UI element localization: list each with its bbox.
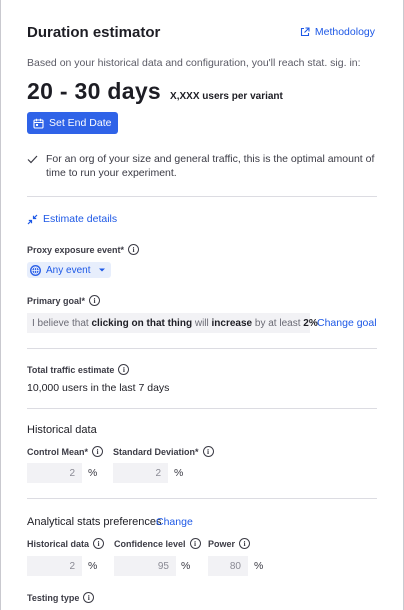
primary-goal-sentence: I believe that clicking on that thing wi… bbox=[27, 313, 318, 333]
proxy-exposure-label-text: Proxy exposure event* bbox=[27, 244, 125, 255]
testing-type-label-text: Testing type bbox=[27, 592, 80, 603]
total-traffic-label-text: Total traffic estimate bbox=[27, 364, 115, 375]
proxy-exposure-select[interactable]: Any event bbox=[27, 262, 112, 278]
goal-action: clicking on that thing bbox=[91, 317, 193, 329]
methodology-link[interactable]: Methodology bbox=[300, 26, 375, 38]
info-icon[interactable]: i bbox=[93, 538, 105, 549]
info-icon[interactable]: i bbox=[239, 538, 251, 549]
check-icon bbox=[27, 152, 46, 180]
methodology-label: Methodology bbox=[314, 26, 375, 38]
page-title: Duration estimator bbox=[27, 24, 161, 41]
external-link-icon bbox=[300, 27, 310, 37]
power-label-text: Power bbox=[208, 538, 236, 549]
info-icon[interactable]: i bbox=[189, 538, 201, 549]
power-label: Power i bbox=[208, 538, 251, 549]
estimate-intro: Based on your historical data and config… bbox=[27, 57, 361, 69]
estimate-details-label: Estimate details bbox=[43, 213, 118, 225]
duration-estimator-frame: Duration estimator Methodology Based on … bbox=[0, 0, 404, 610]
analytical-stats-title: Analytical stats preferences bbox=[27, 516, 162, 528]
info-icon[interactable]: i bbox=[92, 446, 104, 457]
globe-icon bbox=[30, 264, 41, 276]
total-traffic-value: 10,000 users in the last 7 days bbox=[27, 382, 170, 394]
goal-direction: increase bbox=[211, 317, 253, 329]
confidence-level-input[interactable]: 95 bbox=[114, 556, 176, 576]
chevron-down-icon bbox=[99, 268, 106, 272]
confidence-level-label-text: Confidence level bbox=[114, 538, 186, 549]
standard-deviation-label-text: Standard Deviation* bbox=[113, 446, 199, 457]
info-icon[interactable]: i bbox=[89, 295, 101, 306]
standard-deviation-label: Standard Deviation* i bbox=[113, 446, 214, 457]
duration-range: 20 - 30 days bbox=[27, 78, 162, 104]
stats-historical-label-text: Historical data bbox=[27, 538, 90, 549]
stats-historical-label: Historical data i bbox=[27, 538, 105, 549]
divider bbox=[27, 196, 377, 197]
info-icon[interactable]: i bbox=[128, 244, 140, 255]
power-unit: % bbox=[254, 560, 264, 572]
proxy-exposure-value: Any event bbox=[46, 264, 91, 276]
set-end-date-button[interactable]: Set End Date bbox=[27, 112, 119, 134]
info-icon[interactable]: i bbox=[202, 446, 214, 457]
control-mean-unit: % bbox=[88, 467, 98, 479]
proxy-exposure-label: Proxy exposure event* i bbox=[27, 244, 140, 255]
standard-deviation-input[interactable]: 2 bbox=[113, 463, 168, 483]
duration-estimator-panel: Duration estimator Methodology Based on … bbox=[27, 0, 377, 610]
optimal-time-note-text: For an org of your size and general traf… bbox=[46, 153, 375, 179]
primary-goal-label: Primary goal* i bbox=[27, 295, 101, 306]
info-icon[interactable]: i bbox=[118, 364, 130, 375]
calendar-icon bbox=[33, 118, 44, 129]
goal-amount: 2% bbox=[303, 317, 318, 329]
set-end-date-label: Set End Date bbox=[49, 117, 112, 129]
change-goal-link[interactable]: Change goal bbox=[317, 317, 377, 329]
estimate-result: 20 - 30 days X,XXX users per variant bbox=[27, 78, 283, 108]
total-traffic-label: Total traffic estimate i bbox=[27, 364, 130, 375]
stats-historical-input[interactable]: 2 bbox=[27, 556, 82, 576]
control-mean-input[interactable]: 2 bbox=[27, 463, 82, 483]
goal-by: by at least bbox=[254, 317, 301, 329]
historical-data-title: Historical data bbox=[27, 424, 97, 436]
collapse-arrows-icon bbox=[27, 214, 38, 224]
confidence-level-unit: % bbox=[181, 560, 191, 572]
control-mean-label: Control Mean* i bbox=[27, 446, 104, 457]
info-icon[interactable]: i bbox=[83, 592, 95, 603]
divider bbox=[27, 408, 377, 409]
goal-prefix: I believe that bbox=[32, 317, 89, 329]
users-per-variant: X,XXX users per variant bbox=[170, 91, 283, 102]
stats-historical-unit: % bbox=[88, 560, 98, 572]
estimate-details-toggle[interactable]: Estimate details bbox=[27, 213, 117, 225]
goal-will: will bbox=[194, 317, 209, 329]
power-input[interactable]: 80 bbox=[208, 556, 248, 576]
optimal-time-note: For an org of your size and general traf… bbox=[27, 152, 379, 180]
primary-goal-label-text: Primary goal* bbox=[27, 295, 86, 306]
standard-deviation-unit: % bbox=[174, 467, 184, 479]
divider bbox=[27, 348, 377, 349]
control-mean-label-text: Control Mean* bbox=[27, 446, 89, 457]
change-stats-link[interactable]: Change bbox=[156, 516, 193, 528]
header: Duration estimator Methodology bbox=[27, 24, 377, 42]
divider bbox=[27, 498, 377, 499]
testing-type-label: Testing type i bbox=[27, 592, 95, 603]
confidence-level-label: Confidence level i bbox=[114, 538, 201, 549]
